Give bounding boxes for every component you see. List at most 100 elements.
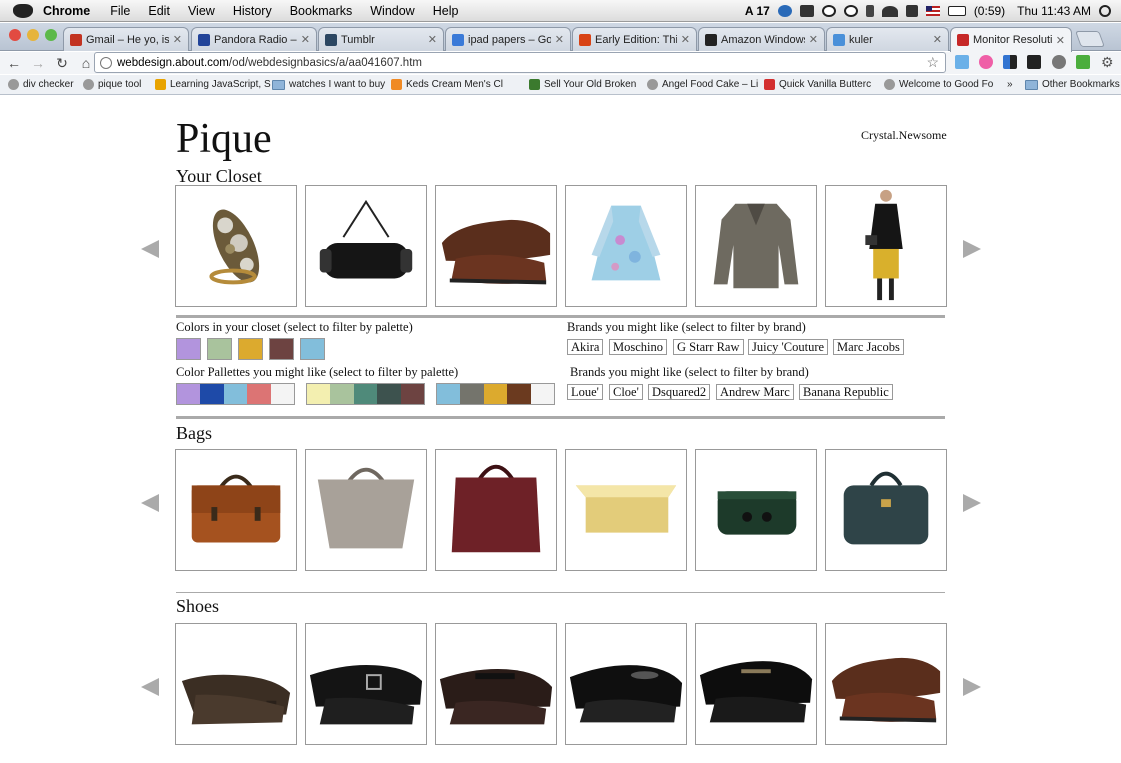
- menu-edit[interactable]: Edit: [148, 4, 170, 18]
- bookmark-item[interactable]: pique tool: [83, 79, 141, 90]
- page-info-icon[interactable]: [100, 57, 112, 69]
- closet-item-floral-dress[interactable]: [565, 185, 687, 307]
- menu-history[interactable]: History: [233, 4, 272, 18]
- color-swatch[interactable]: [238, 338, 263, 360]
- wifi-icon[interactable]: [881, 5, 898, 17]
- bookmark-item[interactable]: Other Bookmarks: [1025, 79, 1120, 90]
- time-machine-icon[interactable]: [843, 5, 858, 17]
- extension-delicious-icon[interactable]: [1003, 55, 1017, 69]
- closet-next-arrow-icon[interactable]: [963, 240, 981, 258]
- bookmark-item[interactable]: Welcome to Good Fo: [884, 79, 993, 90]
- shoe-item-brown-pump[interactable]: [175, 623, 297, 745]
- battery-icon[interactable]: [947, 6, 966, 16]
- brand-chip[interactable]: Marc Jacobs: [833, 339, 904, 355]
- shoes-prev-arrow-icon[interactable]: [141, 678, 159, 696]
- dropbox-icon[interactable]: [777, 5, 792, 17]
- bags-prev-arrow-icon[interactable]: [141, 494, 159, 512]
- bag-item-burgundy-tote[interactable]: [435, 449, 557, 571]
- brand-chip[interactable]: Akira: [567, 339, 604, 355]
- shoes-next-arrow-icon[interactable]: [963, 678, 981, 696]
- color-palette[interactable]: [436, 383, 555, 405]
- menu-chrome[interactable]: Chrome: [43, 4, 90, 18]
- zoom-window-icon[interactable]: [45, 29, 57, 41]
- bookmark-item[interactable]: Quick Vanilla Butterc: [764, 79, 871, 90]
- site-logo[interactable]: Pique: [176, 116, 272, 162]
- extension-screen-icon[interactable]: [955, 55, 969, 69]
- menu-help[interactable]: Help: [433, 4, 459, 18]
- bag-item-grey-tote[interactable]: [305, 449, 427, 571]
- extension-heart-icon[interactable]: [979, 55, 993, 69]
- closet-item-brown-loafer[interactable]: [435, 185, 557, 307]
- color-swatch[interactable]: [207, 338, 232, 360]
- browser-tab[interactable]: Early Edition: This Go ✕: [572, 27, 697, 51]
- browser-tab[interactable]: Gmail – He yo, is the ✕: [63, 27, 189, 51]
- bag-item-tan-satchel[interactable]: [175, 449, 297, 571]
- color-palette[interactable]: [176, 383, 295, 405]
- browser-tab[interactable]: Tumblr ✕: [318, 27, 444, 51]
- bags-next-arrow-icon[interactable]: [963, 494, 981, 512]
- apple-menu-icon[interactable]: [13, 3, 33, 18]
- tab-close-icon[interactable]: ✕: [555, 33, 564, 46]
- spotlight-icon[interactable]: [1099, 5, 1111, 17]
- shoe-item-black-mary-jane[interactable]: [435, 623, 557, 745]
- brand-chip[interactable]: Banana Republic: [799, 384, 893, 400]
- tab-close-icon[interactable]: ✕: [809, 33, 818, 46]
- browser-tab[interactable]: Amazon Windowshop ✕: [698, 27, 825, 51]
- username-link[interactable]: Crystal.Newsome: [861, 128, 947, 143]
- bluetooth-icon[interactable]: [865, 5, 874, 17]
- extension-amazon-icon[interactable]: [1027, 55, 1041, 69]
- forward-icon[interactable]: →: [28, 55, 48, 71]
- adobe-status[interactable]: A 17: [745, 4, 770, 18]
- bookmark-item[interactable]: Keds Cream Men's Cl: [391, 79, 503, 90]
- bookmark-star-icon[interactable]: ☆: [926, 54, 939, 71]
- color-swatch[interactable]: [176, 338, 201, 360]
- tab-close-icon[interactable]: ✕: [428, 33, 437, 46]
- sync-icon[interactable]: [821, 5, 836, 17]
- brand-chip[interactable]: Cloe': [609, 384, 643, 400]
- shoe-item-black-loafer[interactable]: [695, 623, 817, 745]
- browser-tab[interactable]: ipad papers – Google ✕: [445, 27, 571, 51]
- bookmark-item[interactable]: Sell Your Old Broken: [529, 79, 636, 90]
- tab-close-icon[interactable]: ✕: [681, 33, 690, 46]
- shoe-item-black-patent-flat[interactable]: [565, 623, 687, 745]
- bag-item-teal-satchel[interactable]: [825, 449, 947, 571]
- menu-view[interactable]: View: [188, 4, 215, 18]
- evernote-icon[interactable]: [799, 5, 814, 17]
- menu-file[interactable]: File: [110, 4, 130, 18]
- address-bar[interactable]: webdesign.about.com/od/webdesignbasics/a…: [94, 52, 946, 73]
- color-palette[interactable]: [306, 383, 425, 405]
- shoe-item-brown-loafer[interactable]: [825, 623, 947, 745]
- tab-close-icon[interactable]: ✕: [173, 33, 182, 46]
- closet-item-grey-jacket[interactable]: [695, 185, 817, 307]
- back-icon[interactable]: ←: [4, 55, 24, 71]
- clock[interactable]: Thu 11:43 AM: [1017, 4, 1091, 18]
- reload-icon[interactable]: ↻: [52, 55, 72, 72]
- closet-prev-arrow-icon[interactable]: [141, 240, 159, 258]
- closet-item-model-outfit[interactable]: [825, 185, 947, 307]
- home-icon[interactable]: ⌂: [76, 55, 96, 71]
- bookmark-item[interactable]: Angel Food Cake – Li: [647, 79, 758, 90]
- bag-item-green-clutch[interactable]: [695, 449, 817, 571]
- bookmark-item[interactable]: watches I want to buy: [272, 79, 385, 90]
- volume-icon[interactable]: [905, 5, 918, 17]
- extension-evernote-icon[interactable]: [1076, 55, 1090, 69]
- browser-tab[interactable]: kuler ✕: [826, 27, 949, 51]
- browser-tab[interactable]: Monitor Resolution W ✕: [950, 27, 1072, 52]
- closet-item-clutch-bag[interactable]: [305, 185, 427, 307]
- closet-item-ring[interactable]: [175, 185, 297, 307]
- tab-close-icon[interactable]: ✕: [933, 33, 942, 46]
- minimize-window-icon[interactable]: [27, 29, 39, 41]
- bookmark-item[interactable]: »: [1007, 79, 1013, 90]
- menu-bookmarks[interactable]: Bookmarks: [290, 4, 353, 18]
- browser-tab[interactable]: Pandora Radio – Liste ✕: [191, 27, 317, 51]
- extension-bug-icon[interactable]: [1052, 55, 1066, 69]
- wrench-menu-icon[interactable]: ⚙: [1101, 54, 1114, 71]
- brand-chip[interactable]: G Starr Raw: [673, 339, 744, 355]
- tab-close-icon[interactable]: ✕: [1056, 34, 1065, 47]
- brand-chip[interactable]: Moschino: [609, 339, 667, 355]
- brand-chip[interactable]: Juicy 'Couture: [748, 339, 829, 355]
- color-swatch[interactable]: [269, 338, 294, 360]
- close-window-icon[interactable]: [9, 29, 21, 41]
- brand-chip[interactable]: Dsquared2: [648, 384, 711, 400]
- bag-item-gold-clutch[interactable]: [565, 449, 687, 571]
